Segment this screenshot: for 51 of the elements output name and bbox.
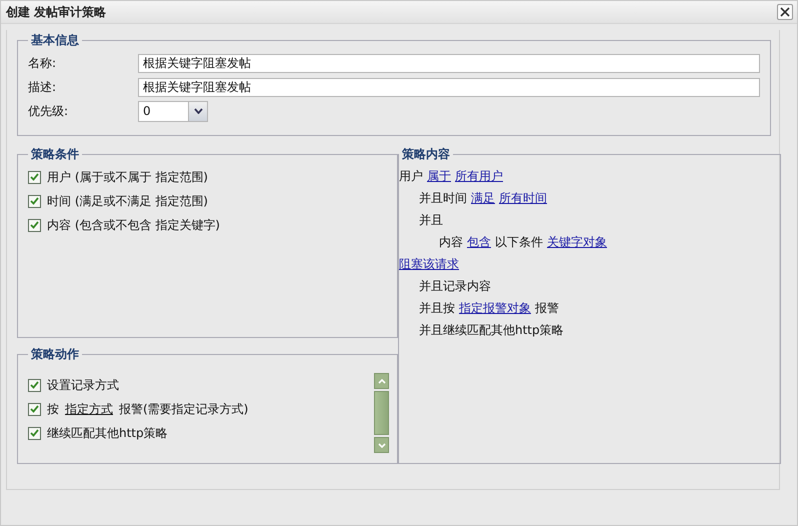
panel-legend: 策略动作 [28, 346, 82, 363]
panel-legend: 策略内容 [399, 146, 453, 163]
policy-link[interactable]: 满足 [471, 190, 495, 206]
input-field[interactable]: 根据关键字阻塞发帖 [138, 78, 760, 96]
policy-link[interactable]: 包含 [467, 234, 491, 250]
policy-text: 并且记录内容 [419, 278, 491, 294]
input-field[interactable]: 根据关键字阻塞发帖 [138, 54, 760, 72]
action-label: 按 [47, 400, 59, 418]
chevron-up-icon [378, 378, 386, 384]
panel-legend: 策略条件 [28, 146, 82, 163]
policy-link[interactable]: 指定报警对象 [459, 300, 531, 316]
priority-dropdown[interactable]: 0 [138, 100, 208, 122]
close-button[interactable] [777, 4, 793, 20]
action-label: 报警(需要指定记录方式) [119, 400, 248, 418]
policy-text: 用户 [399, 168, 423, 184]
scroll-down-button[interactable] [374, 437, 389, 453]
policy-text: 内容 [439, 234, 463, 250]
chevron-down-icon [378, 442, 386, 448]
checkbox[interactable] [28, 378, 41, 392]
scrollbar[interactable] [374, 373, 389, 453]
policy-text: 报警 [535, 300, 559, 316]
checkbox[interactable] [28, 194, 41, 208]
checkbox[interactable] [28, 170, 41, 184]
policy-link[interactable]: 所有用户 [455, 168, 503, 184]
action-link[interactable]: 指定方式 [65, 400, 113, 418]
close-icon [780, 7, 790, 17]
checkbox[interactable] [28, 402, 41, 416]
field-label: 优先级: [28, 102, 70, 120]
scroll-up-button[interactable] [374, 373, 389, 389]
checkbox-label: 内容 (包含或不包含 指定关键字) [47, 216, 220, 234]
policy-text: 并且按 [419, 300, 455, 316]
checkbox-label: 用户 (属于或不属于 指定范围) [47, 168, 208, 186]
panel-legend: 基本信息 [28, 32, 82, 49]
scroll-thumb[interactable] [374, 391, 389, 435]
checkbox[interactable] [28, 218, 41, 232]
action-label: 设置记录方式 [47, 376, 119, 394]
policy-link[interactable]: 阻塞该请求 [399, 256, 459, 272]
policy-text: 并且继续匹配其他http策略 [419, 322, 564, 338]
field-label: 描述: [28, 78, 58, 96]
policy-text: 并且时间 [419, 190, 467, 206]
checkbox[interactable] [28, 426, 41, 440]
policy-link[interactable]: 属于 [427, 168, 451, 184]
policy-text: 以下条件 [495, 234, 543, 250]
policy-text: 并且 [419, 212, 443, 228]
policy-link[interactable]: 关键字对象 [547, 234, 607, 250]
policy-link[interactable]: 所有时间 [499, 190, 547, 206]
action-label: 继续匹配其他http策略 [47, 424, 168, 442]
field-label: 名称: [28, 54, 58, 72]
checkbox-label: 时间 (满足或不满足 指定范围) [47, 192, 208, 210]
caret-icon [194, 108, 202, 114]
window-title: 创建 发帖审计策略 [6, 4, 106, 20]
